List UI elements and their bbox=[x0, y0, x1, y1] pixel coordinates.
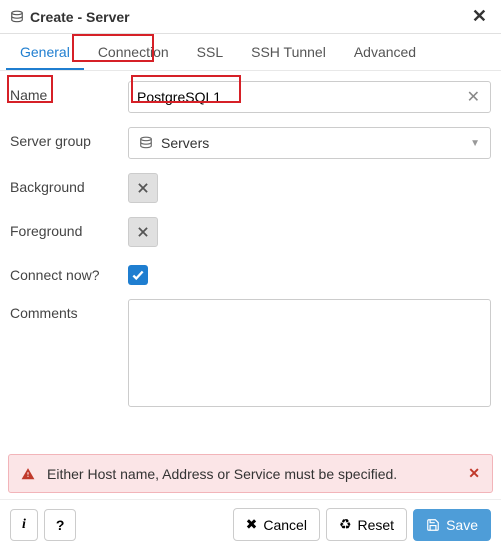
alert-text: Either Host name, Address or Service mus… bbox=[47, 466, 456, 482]
save-button[interactable]: Save bbox=[413, 509, 491, 541]
chevron-down-icon: ▼ bbox=[470, 138, 480, 149]
servers-icon bbox=[139, 136, 153, 150]
comments-textarea[interactable] bbox=[128, 299, 491, 407]
row-comments: Comments bbox=[10, 299, 491, 410]
tab-general[interactable]: General bbox=[6, 34, 84, 70]
name-label: Name bbox=[10, 81, 128, 103]
server-icon bbox=[10, 10, 24, 24]
dialog-title-text: Create - Server bbox=[30, 9, 130, 25]
foreground-label: Foreground bbox=[10, 217, 128, 239]
name-input[interactable] bbox=[137, 89, 465, 105]
clear-icon[interactable]: ✕ bbox=[465, 87, 482, 107]
dialog-title: Create - Server bbox=[10, 9, 468, 25]
row-foreground: Foreground bbox=[10, 217, 491, 247]
help-icon: ? bbox=[56, 517, 65, 533]
tab-ssh-tunnel[interactable]: SSH Tunnel bbox=[237, 34, 340, 70]
info-icon: i bbox=[22, 517, 26, 533]
error-alert: Either Host name, Address or Service mus… bbox=[8, 454, 493, 493]
foreground-color-button[interactable] bbox=[128, 217, 158, 247]
reset-button[interactable]: ♻ Reset bbox=[326, 508, 407, 541]
form: Name ✕ Server group Serv bbox=[0, 71, 501, 434]
x-icon bbox=[136, 225, 150, 239]
tab-ssl[interactable]: SSL bbox=[183, 34, 237, 70]
titlebar: Create - Server ✕ bbox=[0, 0, 501, 34]
info-button[interactable]: i bbox=[10, 509, 38, 541]
alert-close-icon[interactable]: ✕ bbox=[468, 465, 480, 482]
server-group-select[interactable]: Servers ▼ bbox=[128, 127, 491, 159]
row-server-group: Server group Servers ▼ bbox=[10, 127, 491, 159]
comments-label: Comments bbox=[10, 299, 128, 321]
close-icon[interactable]: ✕ bbox=[468, 6, 491, 27]
connect-now-label: Connect now? bbox=[10, 261, 128, 283]
name-input-wrap[interactable]: ✕ bbox=[128, 81, 491, 113]
tab-connection[interactable]: Connection bbox=[84, 34, 183, 70]
help-button[interactable]: ? bbox=[44, 509, 77, 541]
row-connect-now: Connect now? bbox=[10, 261, 491, 285]
background-color-button[interactable] bbox=[128, 173, 158, 203]
server-group-value: Servers bbox=[161, 135, 209, 151]
cancel-icon: ✖ bbox=[246, 516, 258, 533]
tab-advanced[interactable]: Advanced bbox=[340, 34, 430, 70]
background-label: Background bbox=[10, 173, 128, 195]
tabs: General Connection SSL SSH Tunnel Advanc… bbox=[0, 34, 501, 71]
row-background: Background bbox=[10, 173, 491, 203]
recycle-icon: ♻ bbox=[339, 516, 352, 533]
row-name: Name ✕ bbox=[10, 81, 491, 113]
server-group-label: Server group bbox=[10, 127, 128, 149]
check-icon bbox=[131, 268, 145, 282]
warning-icon bbox=[21, 467, 35, 481]
save-icon bbox=[426, 518, 440, 532]
x-icon bbox=[136, 181, 150, 195]
cancel-button[interactable]: ✖ Cancel bbox=[233, 508, 320, 541]
connect-now-checkbox[interactable] bbox=[128, 265, 148, 285]
footer: i ? ✖ Cancel ♻ Reset Save bbox=[0, 499, 501, 549]
